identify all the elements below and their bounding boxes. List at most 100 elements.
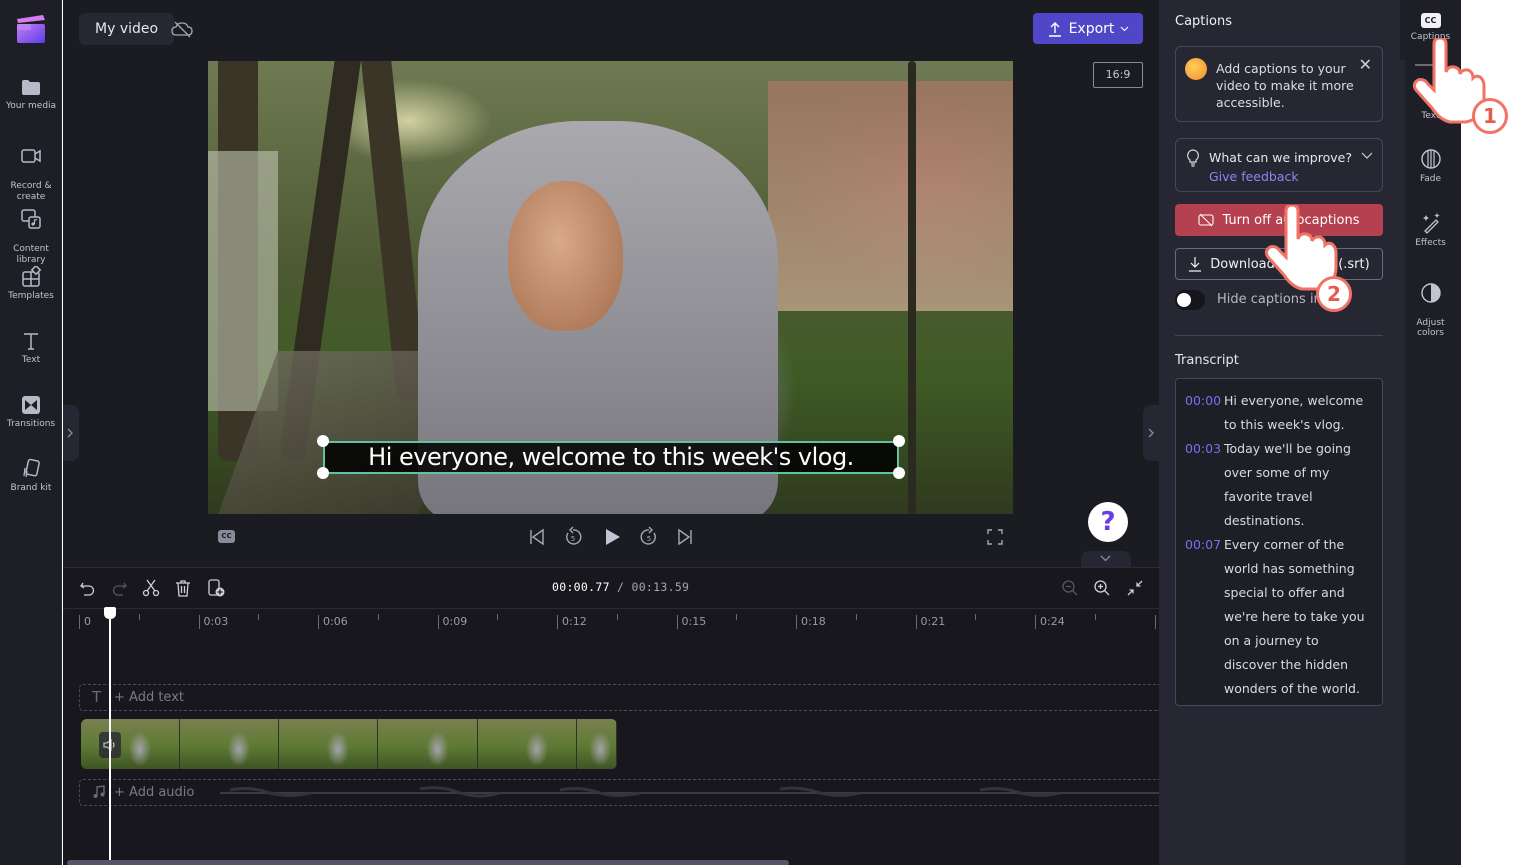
ruler-label: 0:06 [323,615,348,628]
nav-label: Brand kit [10,483,52,493]
nav-label: Your media [5,101,57,111]
camera-icon [21,149,41,163]
feedback-card[interactable]: What can we improve? Give feedback [1175,138,1383,192]
nav-transitions[interactable]: Transitions [0,394,62,430]
collapse-preview-button[interactable] [1081,551,1131,567]
smiley-emoji-icon [1185,58,1207,80]
add-text-track[interactable]: T + Add text [79,684,1159,711]
ruler-minor-tick [855,614,857,620]
rail-effects[interactable]: Effects [1400,212,1461,248]
transcript-entry[interactable]: 00:07 Every corner of the world has some… [1185,533,1374,701]
fit-timeline-icon[interactable] [1125,578,1145,598]
nav-label: Templates [8,291,54,301]
add-media-icon[interactable] [206,578,226,598]
magic-wand-icon [1422,213,1440,234]
transcript-timestamp[interactable]: 00:00 [1185,389,1223,437]
cloud-off-icon[interactable] [166,13,198,45]
collapse-right-panel-button[interactable] [1143,405,1159,461]
export-button[interactable]: Export [1033,13,1143,44]
timeline-scrollbar[interactable] [67,860,789,865]
step-badge: 2 [1316,276,1352,312]
zoom-out-icon[interactable] [1060,578,1080,598]
rail-fade[interactable]: Fade [1400,148,1461,184]
transcript-text[interactable]: Hi everyone, welcome to this week's vlog… [1223,389,1374,437]
ruler-tick [557,615,558,629]
video-preview[interactable]: Hi everyone, welcome to this week's vlog… [208,61,1013,514]
resize-handle[interactable] [893,467,905,479]
ruler-label: 0 [84,615,91,628]
project-title[interactable]: My video [79,13,175,45]
add-audio-track[interactable]: + Add audio [79,779,1160,806]
svg-text:5: 5 [571,535,575,543]
zoom-in-icon[interactable] [1092,578,1112,598]
upload-icon [1048,21,1061,37]
export-label: Export [1068,20,1115,37]
fullscreen-icon[interactable] [983,525,1007,549]
cc-toggle-button[interactable]: CC [218,530,235,543]
close-icon[interactable]: ✕ [1359,55,1372,74]
give-feedback-link[interactable]: Give feedback [1209,169,1299,184]
clip-thumbnail [576,719,617,769]
text-track-icon: T [92,688,102,706]
playhead-line[interactable] [109,608,111,865]
forward-5s-icon[interactable]: 5 [637,525,661,549]
scene-building-right [768,81,1013,311]
adjust-colors-icon [1420,283,1441,303]
rail-label: Adjust colors [1416,318,1445,338]
transcript-text[interactable]: Today we'll be going over some of my fav… [1223,437,1374,533]
expand-left-panel-button[interactable] [63,405,79,461]
left-nav: Your media Record & create Content libra… [0,0,62,865]
help-button[interactable]: ? [1088,502,1128,542]
editor-main: My video Export 16:9 Hi everyone, welcom… [63,0,1216,865]
brand-kit-icon [23,458,40,478]
ruler-minor-tick [736,614,738,620]
clip-thumbnail [180,719,280,769]
transcript-timestamp[interactable]: 00:03 [1185,437,1223,533]
resize-handle[interactable] [893,435,905,447]
nav-content-library[interactable]: Content library [0,197,62,266]
scissors-icon[interactable] [141,578,161,598]
resize-handle[interactable] [317,435,329,447]
transcript-entry[interactable]: 00:00 Hi everyone, welcome to this week'… [1185,389,1374,437]
undo-icon[interactable] [78,578,98,598]
nav-your-media[interactable]: Your media [0,76,62,112]
transcript-timestamp[interactable]: 00:07 [1185,533,1223,701]
rail-adjust-colors[interactable]: Adjust colors [1400,272,1461,338]
nav-brand-kit[interactable]: Brand kit [0,458,62,494]
nav-record-create[interactable]: Record & create [0,134,62,203]
skip-to-start-icon[interactable] [525,525,549,549]
aspect-ratio-button[interactable]: 16:9 [1093,62,1143,88]
redo-icon[interactable] [109,578,129,598]
ruler-tick [1035,615,1036,629]
ruler-minor-tick [138,614,140,620]
property-rail: CC Captions Text Fade Effects Adjust col… [1400,0,1461,865]
hide-captions-toggle[interactable] [1175,290,1205,310]
templates-icon [22,266,42,287]
ruler-tick [437,615,439,629]
timeline-ruler[interactable]: 00:030:060:090:120:150:180:210:240:27 [63,608,1216,634]
transcript-entry[interactable]: 00:03 Today we'll be going over some of … [1185,437,1374,533]
nav-label: Content library [13,244,49,265]
transcript-text[interactable]: Every corner of the world has something … [1223,533,1374,701]
total-time: / 00:13.59 [617,580,690,594]
chevron-down-icon [1100,555,1111,562]
play-icon[interactable] [600,525,624,549]
chevron-down-icon [1121,26,1129,31]
skip-to-end-icon[interactable] [673,525,697,549]
nav-text[interactable]: Text [0,330,62,366]
captions-panel: Captions Add captions to your video to m… [1159,0,1400,865]
playhead-handle[interactable] [104,607,116,619]
nav-templates[interactable]: Templates [0,266,62,302]
music-note-icon [93,785,105,798]
divider [1175,335,1383,336]
caption-overlay[interactable]: Hi everyone, welcome to this week's vlog… [323,441,899,474]
rewind-5s-icon[interactable]: 5 [561,525,585,549]
panel-title: Captions [1175,14,1232,29]
chevron-down-icon[interactable] [1361,151,1373,161]
add-text-label: + Add text [114,690,184,705]
trash-icon[interactable] [173,578,193,598]
clip-thumbnail [81,719,181,769]
resize-handle[interactable] [317,467,329,479]
fade-icon [1420,149,1441,169]
video-clip[interactable] [81,719,617,769]
